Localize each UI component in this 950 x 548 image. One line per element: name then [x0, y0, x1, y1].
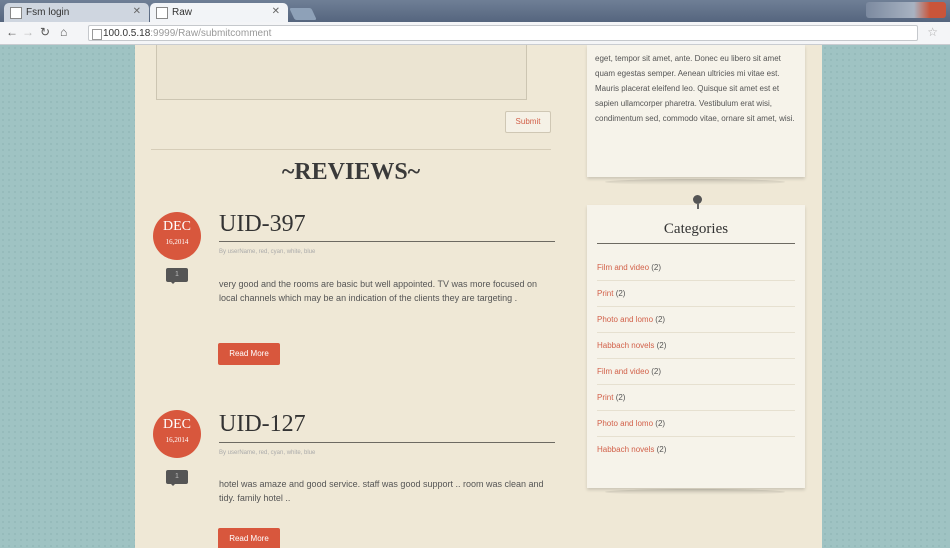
category-link[interactable]: Print	[597, 289, 613, 298]
category-item[interactable]: Print (2)	[597, 385, 795, 411]
categories-widget: Categories Film and video (2) Print (2) …	[587, 195, 805, 488]
category-count: (2)	[651, 263, 662, 272]
reload-icon[interactable]: ↻	[40, 25, 50, 39]
date-badge: DEC 16,2014	[153, 410, 201, 458]
review-text: hotel was amaze and good service. staff …	[219, 479, 544, 503]
reviews-heading: ~REVIEWS~	[281, 159, 421, 185]
category-link[interactable]: Film and video	[597, 263, 649, 272]
bookmark-star-icon[interactable]: ☆	[927, 25, 938, 39]
read-more-button[interactable]: Read More	[218, 528, 280, 548]
category-count: (2)	[615, 393, 626, 402]
category-link[interactable]: Habbach novels	[597, 445, 654, 454]
title-underline	[597, 243, 795, 244]
about-text: eget, tempor sit amet, ante. Donec eu li…	[595, 54, 795, 123]
browser-tab-bar: Fsm login ✕ Raw ✕	[0, 0, 950, 22]
category-item[interactable]: Print (2)	[597, 281, 795, 307]
close-tab-icon[interactable]: ✕	[272, 6, 280, 17]
widget-shadow	[605, 179, 785, 185]
comment-count-icon[interactable]: 1	[166, 470, 188, 486]
home-icon[interactable]: ⌂	[60, 25, 67, 39]
browser-toolbar: ← → ↻ ⌂ 100.0.5.18:9999/Raw/submitcommen…	[0, 22, 950, 45]
category-item[interactable]: Photo and lomo (2)	[597, 411, 795, 437]
category-item[interactable]: Habbach novels (2)	[597, 333, 795, 359]
comment-count-icon[interactable]: 1	[166, 268, 188, 284]
category-item[interactable]: Film and video (2)	[597, 255, 795, 281]
category-count: (2)	[656, 445, 667, 454]
date-month: DEC	[163, 219, 191, 234]
address-bar[interactable]: 100.0.5.18:9999/Raw/submitcomment	[88, 25, 918, 41]
title-underline	[219, 241, 555, 242]
divider	[151, 149, 551, 150]
review-title[interactable]: UID-397	[219, 211, 306, 238]
url-host: 100.0.5.18	[103, 28, 151, 39]
page-icon	[92, 29, 102, 40]
browser-tab-1[interactable]: Fsm login ✕	[4, 3, 149, 22]
category-link[interactable]: Habbach novels	[597, 341, 654, 350]
pushpin-icon	[691, 195, 703, 209]
date-month: DEC	[163, 417, 191, 432]
category-count: (2)	[655, 315, 666, 324]
about-widget: eget, tempor sit amet, ante. Donec eu li…	[587, 45, 805, 177]
window-controls[interactable]	[866, 2, 946, 18]
submit-button[interactable]: Submit	[505, 111, 551, 133]
comment-textarea[interactable]	[156, 45, 527, 100]
date-day-year: 16,2014	[165, 238, 189, 246]
categories-title: Categories	[663, 221, 729, 237]
title-underline	[219, 442, 555, 443]
review-meta: By userName, red, cyan, white, blue	[219, 249, 316, 255]
close-tab-icon[interactable]: ✕	[133, 6, 141, 17]
category-link[interactable]: Film and video	[597, 367, 649, 376]
category-count: (2)	[656, 341, 667, 350]
url-path: :9999/Raw/submitcomment	[150, 28, 272, 39]
new-tab-button[interactable]	[289, 8, 317, 20]
category-link[interactable]: Print	[597, 393, 613, 402]
date-day-year: 16,2014	[165, 436, 189, 444]
tab-title: Raw	[172, 7, 193, 18]
categories-list: Film and video (2) Print (2) Photo and l…	[597, 255, 795, 462]
page-favicon-icon	[156, 6, 168, 19]
page-viewport: Submit ~REVIEWS~ DEC 16,2014 1 UID-397 B…	[0, 45, 950, 548]
forward-icon[interactable]: →	[22, 25, 34, 39]
review-meta: By userName, red, cyan, white, blue	[219, 450, 316, 456]
back-icon[interactable]: ←	[6, 25, 18, 39]
tab-title: Fsm login	[26, 7, 70, 18]
category-link[interactable]: Photo and lomo	[597, 315, 653, 324]
category-count: (2)	[655, 419, 666, 428]
widget-shadow	[605, 489, 785, 495]
comment-count: 1	[175, 271, 179, 278]
read-more-button[interactable]: Read More	[218, 343, 280, 365]
review-title[interactable]: UID-127	[219, 411, 306, 438]
page-favicon-icon	[10, 6, 22, 19]
category-item[interactable]: Habbach novels (2)	[597, 437, 795, 462]
browser-tab-2[interactable]: Raw ✕	[150, 3, 288, 22]
review-text: very good and the rooms are basic but we…	[219, 279, 538, 303]
content-area: Submit ~REVIEWS~ DEC 16,2014 1 UID-397 B…	[135, 45, 822, 548]
category-count: (2)	[651, 367, 662, 376]
date-badge: DEC 16,2014	[153, 212, 201, 260]
category-item[interactable]: Film and video (2)	[597, 359, 795, 385]
category-count: (2)	[615, 289, 626, 298]
comment-count: 1	[175, 473, 179, 480]
category-link[interactable]: Photo and lomo	[597, 419, 653, 428]
category-item[interactable]: Photo and lomo (2)	[597, 307, 795, 333]
